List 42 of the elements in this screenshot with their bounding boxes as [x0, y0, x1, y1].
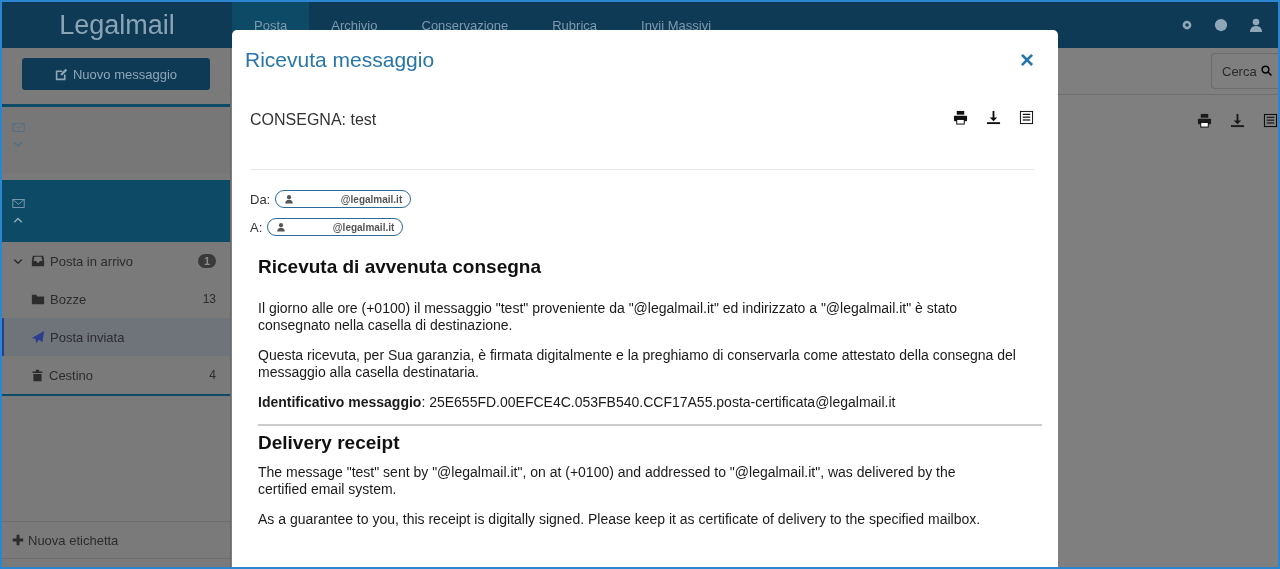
envelope-icon: [12, 197, 25, 210]
folder-item[interactable]: Posta in arrivo 1: [2, 242, 230, 280]
user-icon: [284, 194, 295, 204]
section-heading: Delivery receipt: [258, 432, 401, 454]
paragraph: Il giorno alle ore (+0100) il messaggio "test" proveniente da "@legalmail.it" ed indirizzato a "@legalmail.it" è stato consegnato nella casella di destinazione.: [258, 300, 959, 334]
folder-item[interactable]: Posta inviata: [2, 318, 230, 356]
folder-label: Cestino: [49, 367, 94, 383]
message-subject: CONSEGNA: test: [250, 110, 377, 129]
unread-badge: 1: [197, 254, 216, 268]
trash-icon: [31, 368, 44, 382]
search-field[interactable]: Cerca: [1211, 53, 1278, 89]
field-label: Da:: [250, 191, 271, 207]
logo: Legalmail: [58, 8, 176, 42]
plus-icon: [12, 534, 24, 546]
folder-label: Bozze: [50, 291, 87, 307]
envelope-icon: [12, 121, 25, 134]
folder-item[interactable]: Bozze 13: [2, 280, 230, 318]
folder-label: Posta in arrivo: [50, 253, 134, 269]
paragraph: The message "test" sent by "@legalmail.it", on at (+0100) and addressed to "@legalmail.it", was delivered by the certified email system.: [258, 464, 957, 498]
folder-icon: [31, 292, 45, 306]
folder-label: Posta inviata: [50, 329, 125, 345]
paper-plane-icon: [31, 330, 45, 344]
search-icon: [1260, 65, 1273, 77]
paragraph: Questa ricevuta, per Sua garanzia, è firmata digitalmente e la preghiamo di conservarla come attestato della consegna del messaggio alla casella destinataria.: [258, 347, 1017, 381]
paragraph: Identificativo messaggio: 25E655FD.00EFCE4C.053FB540.CCF17A55.posta-certificata@legalmail.it: [258, 394, 897, 411]
section-heading: Ricevuta di avvenuta consegna: [258, 256, 542, 278]
button-label: Nuova etichetta: [28, 532, 119, 548]
dialog-title: Ricevuta messaggio: [245, 48, 435, 72]
user-icon: [1248, 17, 1264, 33]
edit-icon: [54, 67, 68, 81]
folder-count: 13: [202, 292, 216, 306]
user-icon: [276, 222, 287, 232]
folder-item[interactable]: Cestino 4: [2, 356, 230, 394]
paragraph: As a guarantee to you, this receipt is digitally signed. Please keep it as certificate of delivery to the specified mailbox.: [258, 511, 982, 528]
button-label: Nuovo messaggio: [72, 66, 178, 82]
field-label: A:: [250, 219, 263, 235]
folder-count: 4: [209, 368, 216, 382]
settings-icon: [1180, 18, 1194, 32]
inbox-tray-icon: [31, 254, 45, 268]
new-message-button[interactable]: Nuovo messaggio: [22, 58, 210, 90]
close-button[interactable]: ×: [1020, 48, 1034, 72]
new-label-button[interactable]: Nuova etichetta: [2, 521, 230, 559]
